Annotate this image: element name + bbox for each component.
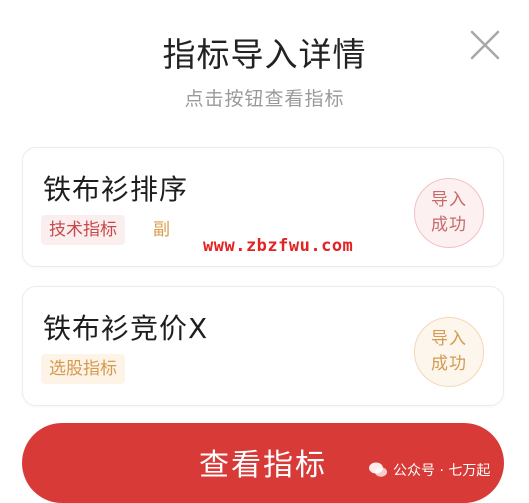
wechat-icon (369, 462, 387, 477)
close-button[interactable] (466, 26, 504, 64)
indicator-card: 铁布衫竞价X 选股指标 导入 成功 (22, 286, 504, 406)
indicator-tag: 技术指标 (41, 215, 125, 245)
view-indicators-label: 查看指标 (199, 448, 327, 483)
indicator-name: 铁布衫竞价X (43, 312, 209, 345)
status-line: 成功 (431, 215, 467, 235)
status-line: 导入 (431, 190, 467, 210)
source-watermark: 公众号 · 七万起 (368, 459, 490, 481)
indicator-tag: 选股指标 (41, 354, 125, 384)
indicator-tag: 副 (153, 220, 170, 240)
status-line: 成功 (431, 354, 467, 374)
indicator-name: 铁布衫排序 (43, 173, 189, 206)
page-subtitle: 点击按钮查看指标 (184, 88, 345, 110)
status-line: 导入 (431, 329, 467, 349)
source-text: 公众号 · 七万起 (393, 463, 491, 479)
import-status-badge: 导入 成功 (414, 317, 484, 387)
import-status-badge: 导入 成功 (414, 178, 484, 248)
page-title: 指标导入详情 (162, 35, 367, 74)
watermark-text: www.zbzfwu.com (203, 236, 354, 256)
close-icon (470, 30, 500, 60)
